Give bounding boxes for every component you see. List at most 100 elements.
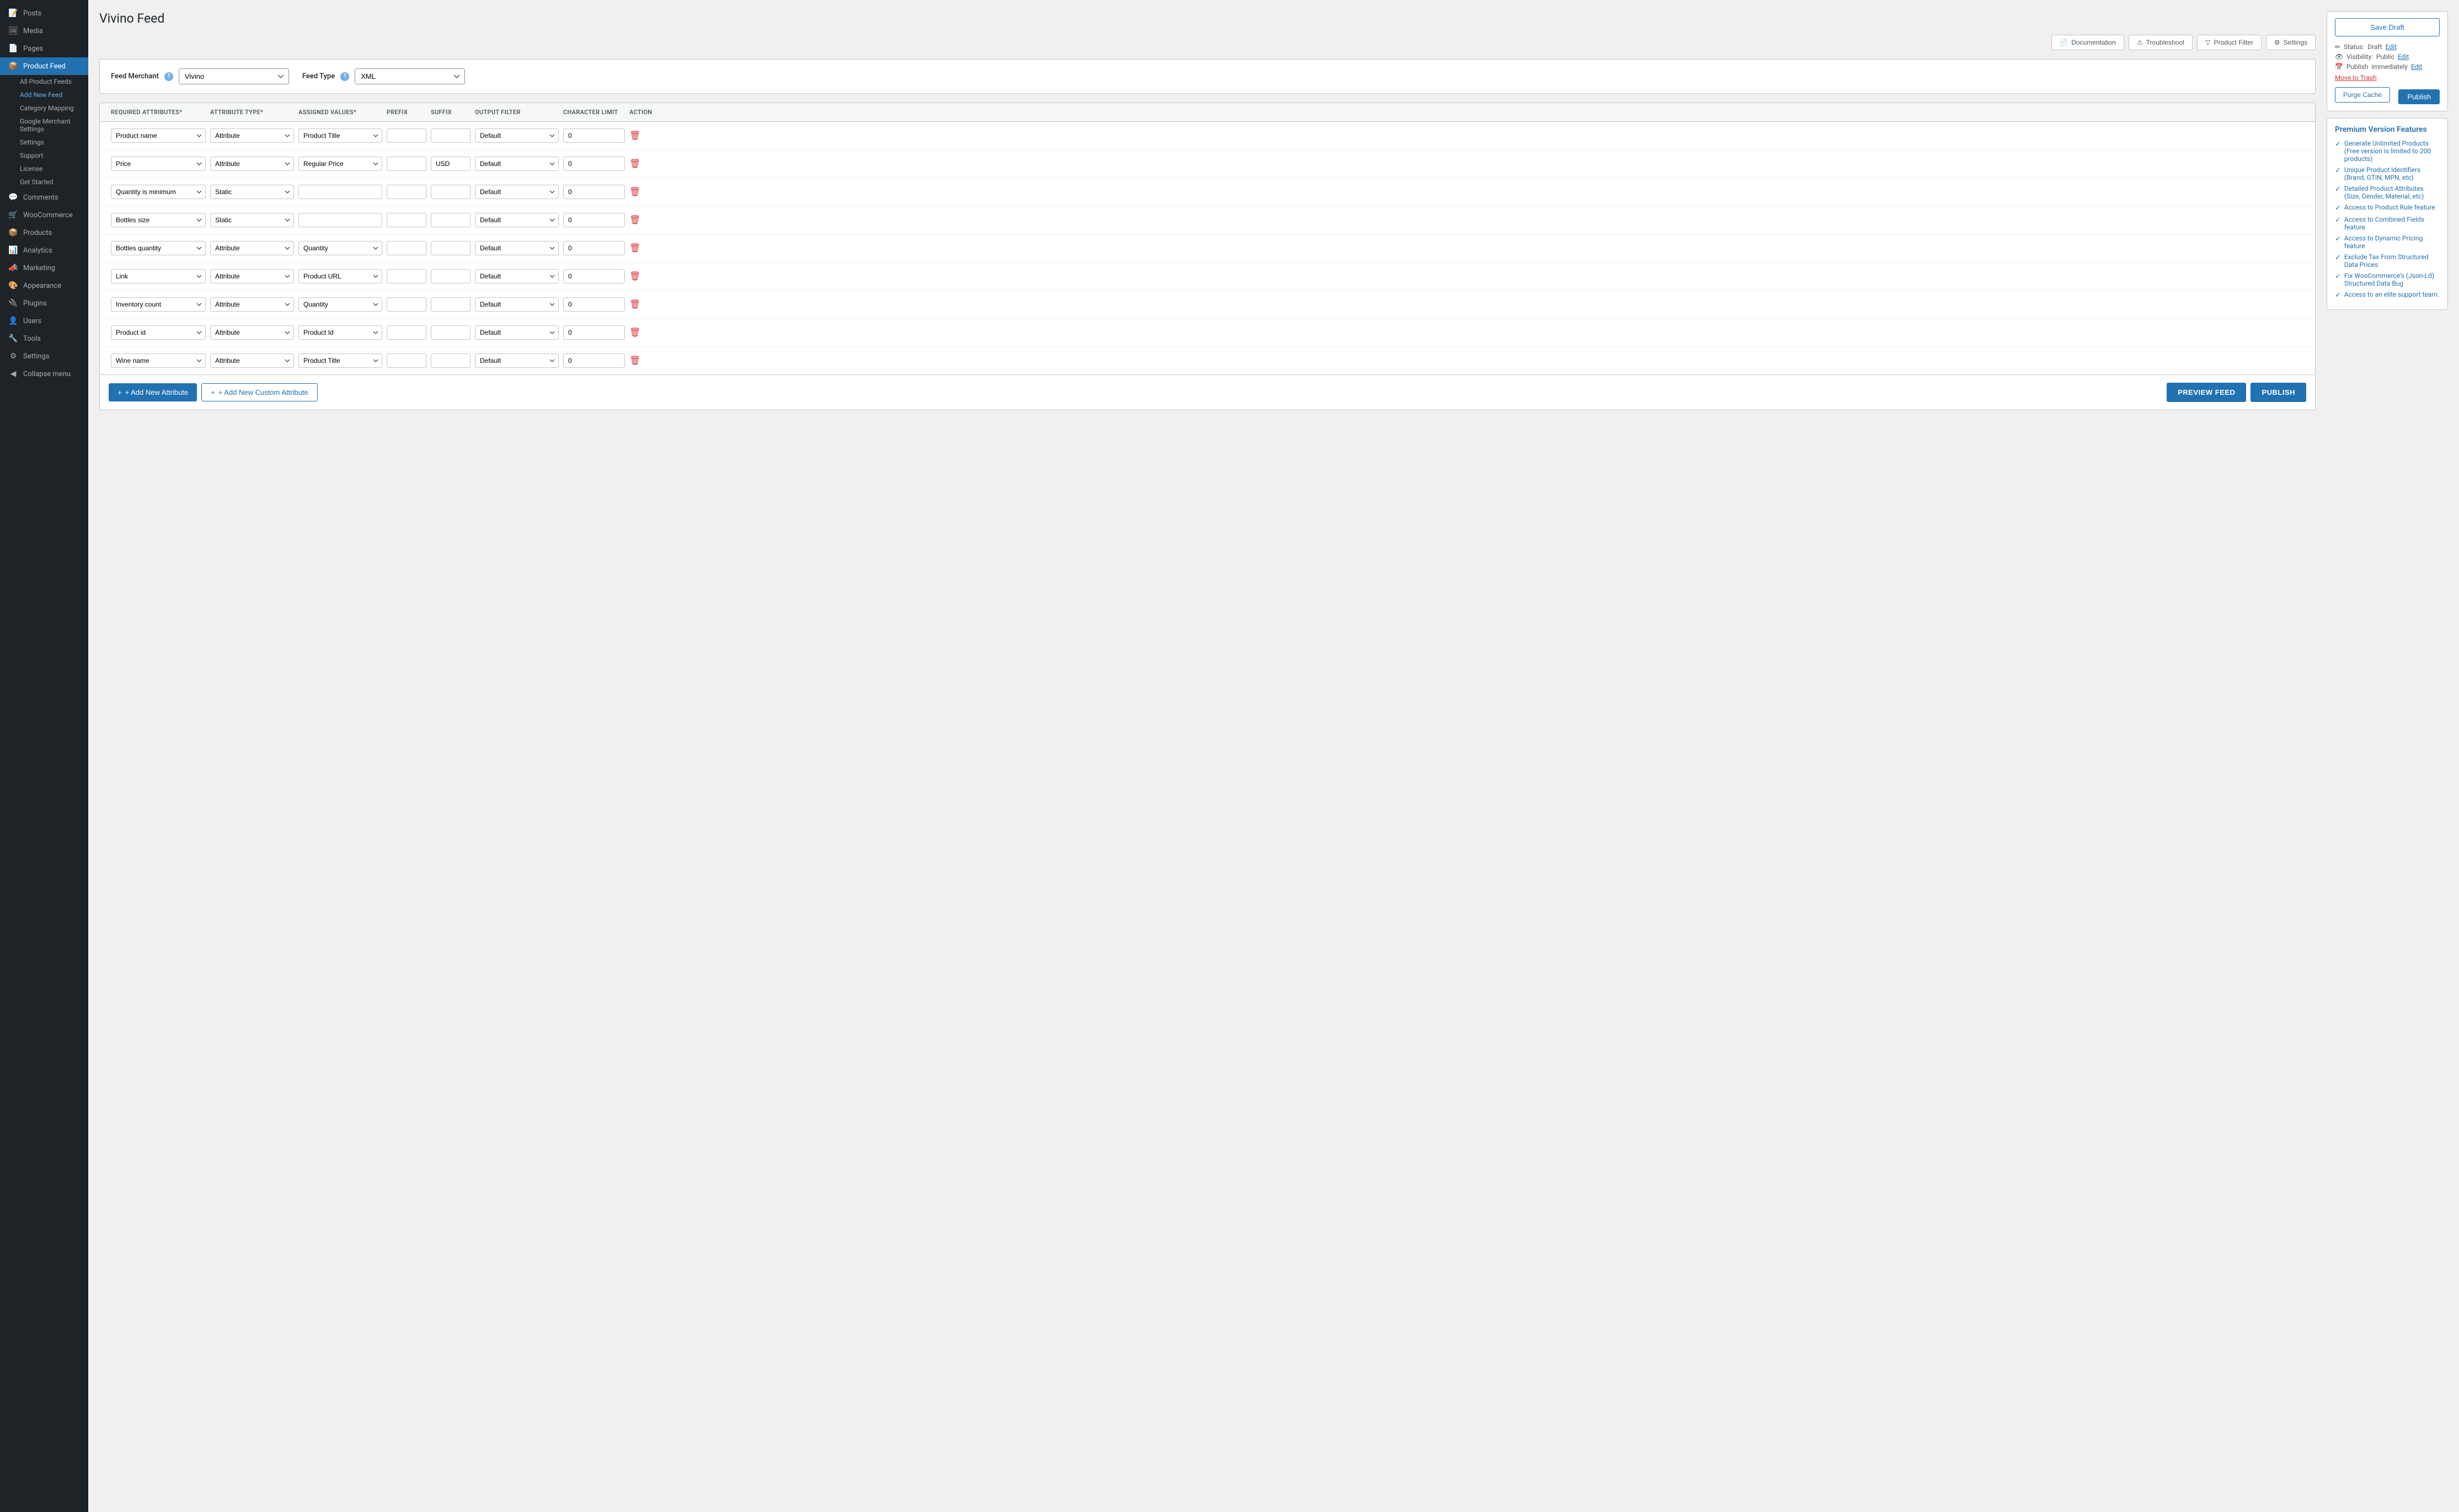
suffix-input-2[interactable]: [431, 185, 471, 199]
documentation-button[interactable]: 📄 Documentation: [2051, 35, 2124, 50]
required-attr-select-1[interactable]: Price: [111, 157, 206, 171]
sidebar-item-tools[interactable]: 🔧 Tools: [0, 330, 88, 347]
suffix-input-6[interactable]: [431, 297, 471, 312]
attr-type-select-2[interactable]: Static: [210, 185, 294, 199]
output-filter-select-6[interactable]: Default: [475, 297, 559, 312]
suffix-input-8[interactable]: [431, 353, 471, 368]
sidebar-item-posts[interactable]: 📝 Posts: [0, 4, 88, 22]
suffix-input-3[interactable]: [431, 213, 471, 227]
sidebar-item-users[interactable]: 👤 Users: [0, 312, 88, 330]
premium-link-4[interactable]: Access to Combined Fields feature: [2344, 216, 2440, 231]
attr-type-select-4[interactable]: Attribute: [210, 241, 294, 255]
delete-row-6[interactable]: 🗑: [629, 299, 640, 310]
delete-row-1[interactable]: 🗑: [629, 158, 640, 169]
char-limit-input-1[interactable]: [563, 157, 625, 171]
delete-row-5[interactable]: 🗑: [629, 271, 640, 282]
prefix-input-0[interactable]: [387, 128, 426, 143]
prefix-input-2[interactable]: [387, 185, 426, 199]
attr-type-select-8[interactable]: Attribute: [210, 353, 294, 368]
premium-link-6[interactable]: Exclude Tax From Structured Data Prices: [2344, 253, 2440, 269]
output-filter-select-1[interactable]: Default: [475, 157, 559, 171]
sidebar-item-analytics[interactable]: 📊 Analytics: [0, 242, 88, 259]
char-limit-input-4[interactable]: [563, 241, 625, 255]
sidebar-item-comments[interactable]: 💬 Comments: [0, 189, 88, 206]
sidebar-sub-google-merchant[interactable]: Google Merchant Settings: [0, 115, 88, 136]
status-edit-link[interactable]: Edit: [2386, 43, 2397, 51]
sidebar-item-pages[interactable]: 📄 Pages: [0, 40, 88, 57]
sidebar-sub-all-feeds[interactable]: All Product Feeds: [0, 75, 88, 88]
prefix-input-4[interactable]: [387, 241, 426, 255]
add-new-attribute-button[interactable]: + + Add New Attribute: [109, 383, 197, 401]
sidebar-item-product-feed[interactable]: 📦 Product Feed: [0, 57, 88, 75]
publish-main-button[interactable]: PUBLISH: [2250, 383, 2306, 402]
assigned-value-select-6[interactable]: Quantity: [298, 297, 382, 312]
attr-type-select-6[interactable]: Attribute: [210, 297, 294, 312]
output-filter-select-2[interactable]: Default: [475, 185, 559, 199]
char-limit-input-0[interactable]: [563, 128, 625, 143]
premium-link-5[interactable]: Access to Dynamic Pricing feature: [2344, 234, 2440, 250]
sidebar-sub-add-new-feed[interactable]: Add New Feed: [0, 88, 88, 101]
suffix-input-0[interactable]: [431, 128, 471, 143]
premium-link-2[interactable]: Detailed Product Attributes (Size, Gende…: [2344, 185, 2440, 200]
attr-type-select-1[interactable]: Attribute: [210, 157, 294, 171]
output-filter-select-3[interactable]: Default: [475, 213, 559, 227]
suffix-input-1[interactable]: [431, 157, 471, 171]
char-limit-input-2[interactable]: [563, 185, 625, 199]
delete-row-8[interactable]: 🗑: [629, 355, 640, 366]
troubleshoot-button[interactable]: ⚠ Troubleshoot: [2129, 35, 2193, 50]
char-limit-input-8[interactable]: [563, 353, 625, 368]
settings-button[interactable]: ⚙ Settings: [2266, 35, 2316, 50]
feed-type-select[interactable]: XML: [355, 68, 465, 84]
prefix-input-6[interactable]: [387, 297, 426, 312]
sidebar-item-appearance[interactable]: 🎨 Appearance: [0, 277, 88, 294]
sidebar-item-marketing[interactable]: 📣 Marketing: [0, 259, 88, 277]
assigned-value-input-2[interactable]: [298, 185, 382, 199]
product-filter-button[interactable]: ▽ Product Filter: [2197, 35, 2262, 50]
sidebar-sub-settings[interactable]: Settings: [0, 136, 88, 149]
prefix-input-8[interactable]: [387, 353, 426, 368]
attr-type-select-5[interactable]: Attribute: [210, 269, 294, 283]
prefix-input-1[interactable]: [387, 157, 426, 171]
premium-link-3[interactable]: Access to Product Rule feature: [2344, 203, 2435, 211]
output-filter-select-4[interactable]: Default: [475, 241, 559, 255]
delete-row-3[interactable]: 🗑: [629, 215, 640, 226]
char-limit-input-7[interactable]: [563, 325, 625, 340]
feed-type-info-icon[interactable]: ?: [340, 72, 349, 81]
sidebar-item-plugins[interactable]: 🔌 Plugins: [0, 294, 88, 312]
assigned-value-select-0[interactable]: Product Title: [298, 128, 382, 143]
output-filter-select-5[interactable]: Default: [475, 269, 559, 283]
required-attr-select-5[interactable]: Link: [111, 269, 206, 283]
add-custom-attribute-button[interactable]: + + Add New Custom Attribute: [201, 383, 318, 401]
char-limit-input-3[interactable]: [563, 213, 625, 227]
premium-link-7[interactable]: Fix WooCommerce's (Json-Ld) Structured D…: [2344, 272, 2440, 287]
assigned-value-select-1[interactable]: Regular Price: [298, 157, 382, 171]
required-attr-select-8[interactable]: Wine name: [111, 353, 206, 368]
output-filter-select-7[interactable]: Default: [475, 325, 559, 340]
sidebar-sub-category-mapping[interactable]: Category Mapping: [0, 101, 88, 115]
delete-row-0[interactable]: 🗑: [629, 130, 640, 141]
assigned-value-select-5[interactable]: Product URL: [298, 269, 382, 283]
assigned-value-select-7[interactable]: Product Id: [298, 325, 382, 340]
required-attr-select-3[interactable]: Bottles size: [111, 213, 206, 227]
sidebar-sub-get-started[interactable]: Get Started: [0, 175, 88, 189]
delete-row-2[interactable]: 🗑: [629, 186, 640, 197]
assigned-value-select-4[interactable]: Quantity: [298, 241, 382, 255]
delete-row-4[interactable]: 🗑: [629, 243, 640, 254]
sidebar-item-media[interactable]: 🖼 Media: [0, 22, 88, 40]
feed-merchant-info-icon[interactable]: ?: [164, 72, 173, 81]
premium-link-1[interactable]: Unique Product Identifiers (Brand, GTIN,…: [2344, 166, 2440, 181]
assigned-value-select-8[interactable]: Product Title: [298, 353, 382, 368]
purge-cache-button[interactable]: Purge Cache: [2335, 87, 2390, 103]
delete-row-7[interactable]: 🗑: [629, 327, 640, 338]
char-limit-input-6[interactable]: [563, 297, 625, 312]
save-draft-button[interactable]: Save Draft: [2335, 18, 2440, 36]
required-attr-select-4[interactable]: Bottles quantity: [111, 241, 206, 255]
sidebar-sub-license[interactable]: License: [0, 162, 88, 175]
feed-merchant-select[interactable]: Vivino: [179, 68, 289, 84]
required-attr-select-6[interactable]: Inventory count: [111, 297, 206, 312]
premium-link-8[interactable]: Access to an elite support team.: [2344, 291, 2439, 298]
sidebar-item-settings-main[interactable]: ⚙ Settings: [0, 347, 88, 365]
prefix-input-3[interactable]: [387, 213, 426, 227]
publish-schedule-edit-link[interactable]: Edit: [2411, 63, 2422, 71]
sidebar-item-products[interactable]: 📦 Products: [0, 224, 88, 242]
